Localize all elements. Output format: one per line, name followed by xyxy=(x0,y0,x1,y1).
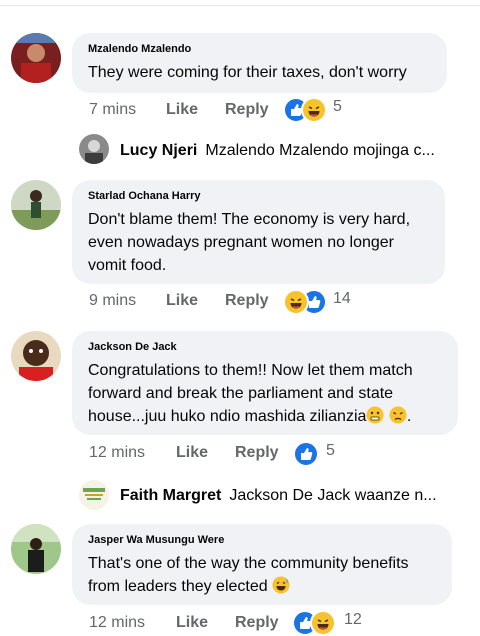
reply-text: Mzalendo Mzalendo mojinga c... xyxy=(205,142,435,159)
comment-time[interactable]: 12 mins xyxy=(89,444,145,462)
haha-icon xyxy=(283,289,309,315)
reply-button[interactable]: Reply xyxy=(235,614,279,632)
avatar[interactable] xyxy=(11,331,61,381)
like-button[interactable]: Like xyxy=(166,101,198,119)
top-divider xyxy=(0,5,480,6)
like-button[interactable]: Like xyxy=(176,444,208,462)
avatar[interactable] xyxy=(11,524,61,574)
avatar[interactable] xyxy=(79,480,109,510)
reaction-count: 12 xyxy=(344,611,362,628)
comment-author[interactable]: Jasper Wa Musungu Were xyxy=(88,534,436,546)
persevere-emoji-icon xyxy=(389,406,407,424)
comment-author[interactable]: Jackson De Jack xyxy=(88,341,442,353)
haha-icon xyxy=(301,97,327,123)
reply-button[interactable]: Reply xyxy=(225,101,269,119)
comment-bubble: Jasper Wa Musungu Were That's one of the… xyxy=(72,524,452,605)
reaction-count: 5 xyxy=(333,98,342,115)
reaction-summary[interactable]: 14 xyxy=(283,289,358,315)
grimace-emoji-icon xyxy=(366,406,384,424)
like-button[interactable]: Like xyxy=(166,292,198,310)
like-icon xyxy=(293,441,319,467)
comment-text-line: from leaders they elected xyxy=(88,578,268,595)
comment-text-suffix: . xyxy=(406,408,412,425)
comment-text-line-with-emoji: from leaders they elected xyxy=(88,575,436,598)
comment-time[interactable]: 12 mins xyxy=(89,614,145,632)
reply-preview[interactable]: Faith Margret Jackson De Jack waanze n... xyxy=(120,487,460,509)
reaction-count: 14 xyxy=(333,290,351,307)
reaction-summary[interactable]: 5 xyxy=(283,97,353,123)
comment-bubble: Mzalendo Mzalendo They were coming for t… xyxy=(72,33,447,93)
reply-author[interactable]: Lucy Njeri xyxy=(120,142,197,159)
avatar[interactable] xyxy=(11,33,61,83)
reply-button[interactable]: Reply xyxy=(235,444,279,462)
comment-time[interactable]: 7 mins xyxy=(89,101,136,119)
avatar[interactable] xyxy=(79,134,109,164)
grinning-sweat-emoji-icon xyxy=(272,576,290,594)
reaction-summary[interactable]: 5 xyxy=(293,441,343,467)
comment-text-line: Congratulations to them!! Now let them m… xyxy=(88,362,413,379)
reply-button[interactable]: Reply xyxy=(225,292,269,310)
reply-text: Jackson De Jack waanze n... xyxy=(229,487,437,504)
reply-author[interactable]: Faith Margret xyxy=(120,487,221,504)
avatar[interactable] xyxy=(11,180,61,230)
comment-text-line: Don't blame them! The economy is very ha… xyxy=(88,211,411,228)
comment-bubble: Starlad Ochana Harry Don't blame them! T… xyxy=(72,180,445,284)
comment-author[interactable]: Mzalendo Mzalendo xyxy=(88,43,431,55)
comment-bubble: Jackson De Jack Congratulations to them!… xyxy=(72,331,458,435)
comment-time[interactable]: 9 mins xyxy=(89,292,136,310)
comment-text-line-with-emoji: house...juu huko ndio mashida zilianzia … xyxy=(88,405,442,428)
comment-text: They were coming for their taxes, don't … xyxy=(88,64,407,81)
comment-text-line: house...juu huko ndio mashida zilianzia xyxy=(88,408,367,425)
comment-text-line: That's one of the way the community bene… xyxy=(88,555,409,572)
comment-author[interactable]: Starlad Ochana Harry xyxy=(88,190,429,202)
like-button[interactable]: Like xyxy=(176,614,208,632)
reply-preview[interactable]: Lucy Njeri Mzalendo Mzalendo mojinga c... xyxy=(120,142,460,164)
comment-text-line: forward and break the parliament and sta… xyxy=(88,385,394,402)
reaction-count: 5 xyxy=(326,442,335,459)
comment-meta: 12 mins Like Reply xyxy=(89,444,389,466)
comment-text-line: even nowadays pregnant women no longer xyxy=(88,234,394,251)
haha-icon xyxy=(310,610,336,636)
reaction-summary[interactable]: 12 xyxy=(292,610,372,636)
comment-text-line: vomit food. xyxy=(88,257,167,274)
